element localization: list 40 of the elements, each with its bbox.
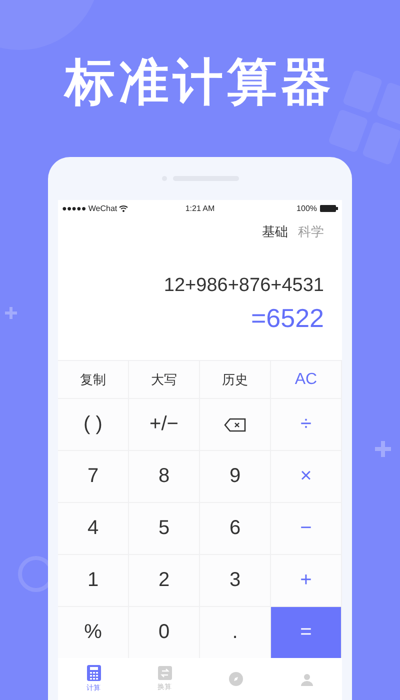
calculator-key[interactable]: 8 — [129, 450, 200, 502]
calculator-key[interactable]: 0 — [129, 606, 200, 658]
wifi-icon — [119, 205, 128, 212]
compass-icon — [228, 672, 242, 686]
battery-icon — [320, 205, 338, 212]
calculator-key[interactable]: 3 — [200, 554, 271, 606]
person-icon — [300, 672, 314, 686]
calculator-key[interactable]: 9 — [200, 450, 271, 502]
calculator-key[interactable]: 6 — [200, 502, 271, 554]
headline: 标准计算器 — [65, 53, 335, 112]
function-key[interactable]: 历史 — [200, 360, 271, 398]
operator-key[interactable]: − — [271, 502, 342, 554]
calculator-icon — [86, 665, 100, 681]
calculator-key[interactable]: 5 — [129, 502, 200, 554]
calculator-key[interactable]: +/− — [129, 398, 200, 450]
operator-key[interactable]: × — [271, 450, 342, 502]
battery-label: 100% — [296, 204, 318, 213]
expression-text: 12+986+876+4531 — [164, 275, 324, 297]
operator-key[interactable]: + — [271, 554, 342, 606]
equals-key[interactable]: = — [271, 606, 342, 658]
mode-tab[interactable]: 基础 — [262, 223, 288, 241]
calculator-key[interactable]: % — [58, 606, 129, 658]
clear-key[interactable]: AC — [271, 360, 342, 398]
function-key[interactable]: 大写 — [129, 360, 200, 398]
plus-icon — [374, 440, 392, 458]
backspace-icon — [224, 418, 246, 432]
operator-key[interactable]: ÷ — [271, 398, 342, 450]
calculator-key[interactable]: 4 — [58, 502, 129, 554]
carrier-label: ●●●●● WeChat — [62, 204, 118, 213]
calculator-key[interactable]: 7 — [58, 450, 129, 502]
function-key[interactable]: 复制 — [58, 360, 129, 398]
swap-icon — [158, 666, 172, 680]
status-time: 1:21 AM — [185, 204, 215, 213]
backspace-key[interactable] — [200, 398, 271, 450]
result-text: =6522 — [250, 303, 324, 334]
calculator-key[interactable]: 1 — [58, 554, 129, 606]
calculator-key[interactable]: ( ) — [58, 398, 129, 450]
calculator-key[interactable]: . — [200, 606, 271, 658]
calculator-key[interactable]: 2 — [129, 554, 200, 606]
plus-icon — [4, 306, 18, 320]
